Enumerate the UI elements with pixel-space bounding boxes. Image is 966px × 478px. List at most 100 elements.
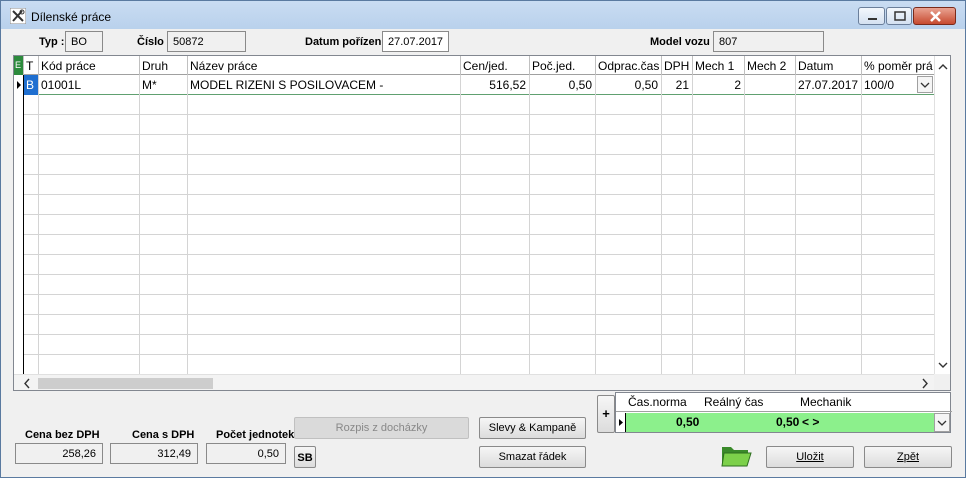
cell-druh[interactable]: M*: [140, 75, 188, 95]
empty-cell[interactable]: [530, 355, 596, 375]
empty-cell[interactable]: [39, 135, 140, 155]
empty-cell[interactable]: [693, 275, 745, 295]
empty-cell[interactable]: [530, 255, 596, 275]
cell-dph[interactable]: 21: [662, 75, 693, 95]
rozpis-z-dochazky-button[interactable]: Rozpis z docházky: [294, 417, 469, 439]
empty-cell[interactable]: [596, 275, 662, 295]
empty-cell[interactable]: [140, 195, 188, 215]
scroll-right-icon[interactable]: [916, 375, 934, 391]
cell-cena[interactable]: 516,52: [461, 75, 530, 95]
table-row-empty[interactable]: [14, 335, 934, 355]
empty-cell[interactable]: [745, 235, 796, 255]
empty-cell[interactable]: [662, 135, 693, 155]
col-kod-prace[interactable]: Kód práce: [39, 56, 140, 75]
empty-cell[interactable]: [862, 255, 934, 275]
empty-cell[interactable]: [140, 255, 188, 275]
empty-cell[interactable]: [596, 215, 662, 235]
time-summary-grid[interactable]: Čas.norma Reálný čas Mechanik 0,50 0,50 …: [615, 392, 952, 433]
col-mech2[interactable]: Mech 2: [745, 56, 796, 75]
slevy-kampane-button[interactable]: Slevy & Kampaně: [479, 417, 586, 439]
empty-cell[interactable]: [24, 295, 39, 315]
minimize-button[interactable]: [858, 7, 885, 25]
empty-cell[interactable]: [24, 255, 39, 275]
empty-cell[interactable]: [662, 95, 693, 115]
table-row-empty[interactable]: [14, 95, 934, 115]
table-row-empty[interactable]: [14, 195, 934, 215]
empty-cell[interactable]: [188, 95, 461, 115]
empty-cell[interactable]: [745, 175, 796, 195]
empty-cell[interactable]: [693, 235, 745, 255]
maximize-button[interactable]: [886, 7, 912, 25]
col-cena-jed[interactable]: Cen/jed.: [461, 56, 530, 75]
scroll-up-icon[interactable]: [935, 58, 951, 76]
empty-cell[interactable]: [662, 155, 693, 175]
empty-cell[interactable]: [693, 195, 745, 215]
table-row-empty[interactable]: [14, 115, 934, 135]
empty-cell[interactable]: [461, 295, 530, 315]
sb-button[interactable]: SB: [294, 446, 316, 468]
empty-cell[interactable]: [140, 155, 188, 175]
empty-cell[interactable]: [693, 315, 745, 335]
empty-cell[interactable]: [24, 195, 39, 215]
empty-cell[interactable]: [745, 355, 796, 375]
empty-cell[interactable]: [24, 175, 39, 195]
empty-cell[interactable]: [39, 255, 140, 275]
empty-cell[interactable]: [596, 175, 662, 195]
empty-cell[interactable]: [24, 235, 39, 255]
empty-cell[interactable]: [745, 335, 796, 355]
empty-cell[interactable]: [693, 135, 745, 155]
col-odprac-cas[interactable]: Odprac.čas: [596, 56, 662, 75]
empty-cell[interactable]: [693, 155, 745, 175]
empty-cell[interactable]: [796, 315, 862, 335]
empty-cell[interactable]: [461, 235, 530, 255]
col-datum[interactable]: Datum: [796, 56, 862, 75]
empty-cell[interactable]: [862, 315, 934, 335]
empty-cell[interactable]: [461, 275, 530, 295]
empty-cell[interactable]: [745, 115, 796, 135]
table-row[interactable]: B 01001L M* MODEL RIZENI S POSILOVACEM -…: [14, 75, 934, 95]
empty-cell[interactable]: [188, 315, 461, 335]
empty-cell[interactable]: [461, 155, 530, 175]
empty-cell[interactable]: [188, 155, 461, 175]
empty-cell[interactable]: [796, 155, 862, 175]
empty-cell[interactable]: [662, 335, 693, 355]
empty-cell[interactable]: [140, 355, 188, 375]
empty-cell[interactable]: [796, 195, 862, 215]
title-bar[interactable]: Dílenské práce: [1, 1, 965, 29]
empty-cell[interactable]: [140, 295, 188, 315]
empty-cell[interactable]: [24, 315, 39, 335]
table-row-empty[interactable]: [14, 255, 934, 275]
cell-pomer[interactable]: 100/0: [862, 75, 916, 95]
table-row-empty[interactable]: [14, 355, 934, 375]
empty-cell[interactable]: [461, 135, 530, 155]
empty-cell[interactable]: [188, 275, 461, 295]
horizontal-scrollbar[interactable]: [14, 374, 934, 391]
empty-cell[interactable]: [39, 215, 140, 235]
empty-cell[interactable]: [530, 95, 596, 115]
empty-cell[interactable]: [662, 295, 693, 315]
col-dph[interactable]: DPH: [662, 56, 693, 75]
empty-cell[interactable]: [796, 255, 862, 275]
work-items-grid[interactable]: E T Kód práce Druh Název práce Cen/jed. …: [13, 55, 951, 391]
empty-cell[interactable]: [140, 135, 188, 155]
col-poc-jed[interactable]: Poč.jed.: [530, 56, 596, 75]
empty-cell[interactable]: [39, 115, 140, 135]
empty-cell[interactable]: [596, 115, 662, 135]
empty-cell[interactable]: [530, 315, 596, 335]
empty-cell[interactable]: [530, 155, 596, 175]
pomer-dropdown-button[interactable]: [917, 76, 933, 93]
empty-cell[interactable]: [140, 115, 188, 135]
empty-cell[interactable]: [24, 275, 39, 295]
empty-cell[interactable]: [140, 175, 188, 195]
col-druh[interactable]: Druh: [140, 56, 188, 75]
table-row-empty[interactable]: [14, 215, 934, 235]
col-e[interactable]: E: [14, 56, 24, 75]
empty-cell[interactable]: [461, 95, 530, 115]
empty-cell[interactable]: [140, 235, 188, 255]
empty-cell[interactable]: [693, 115, 745, 135]
empty-cell[interactable]: [461, 255, 530, 275]
empty-cell[interactable]: [596, 335, 662, 355]
empty-cell[interactable]: [862, 355, 934, 375]
empty-cell[interactable]: [745, 275, 796, 295]
empty-cell[interactable]: [530, 335, 596, 355]
